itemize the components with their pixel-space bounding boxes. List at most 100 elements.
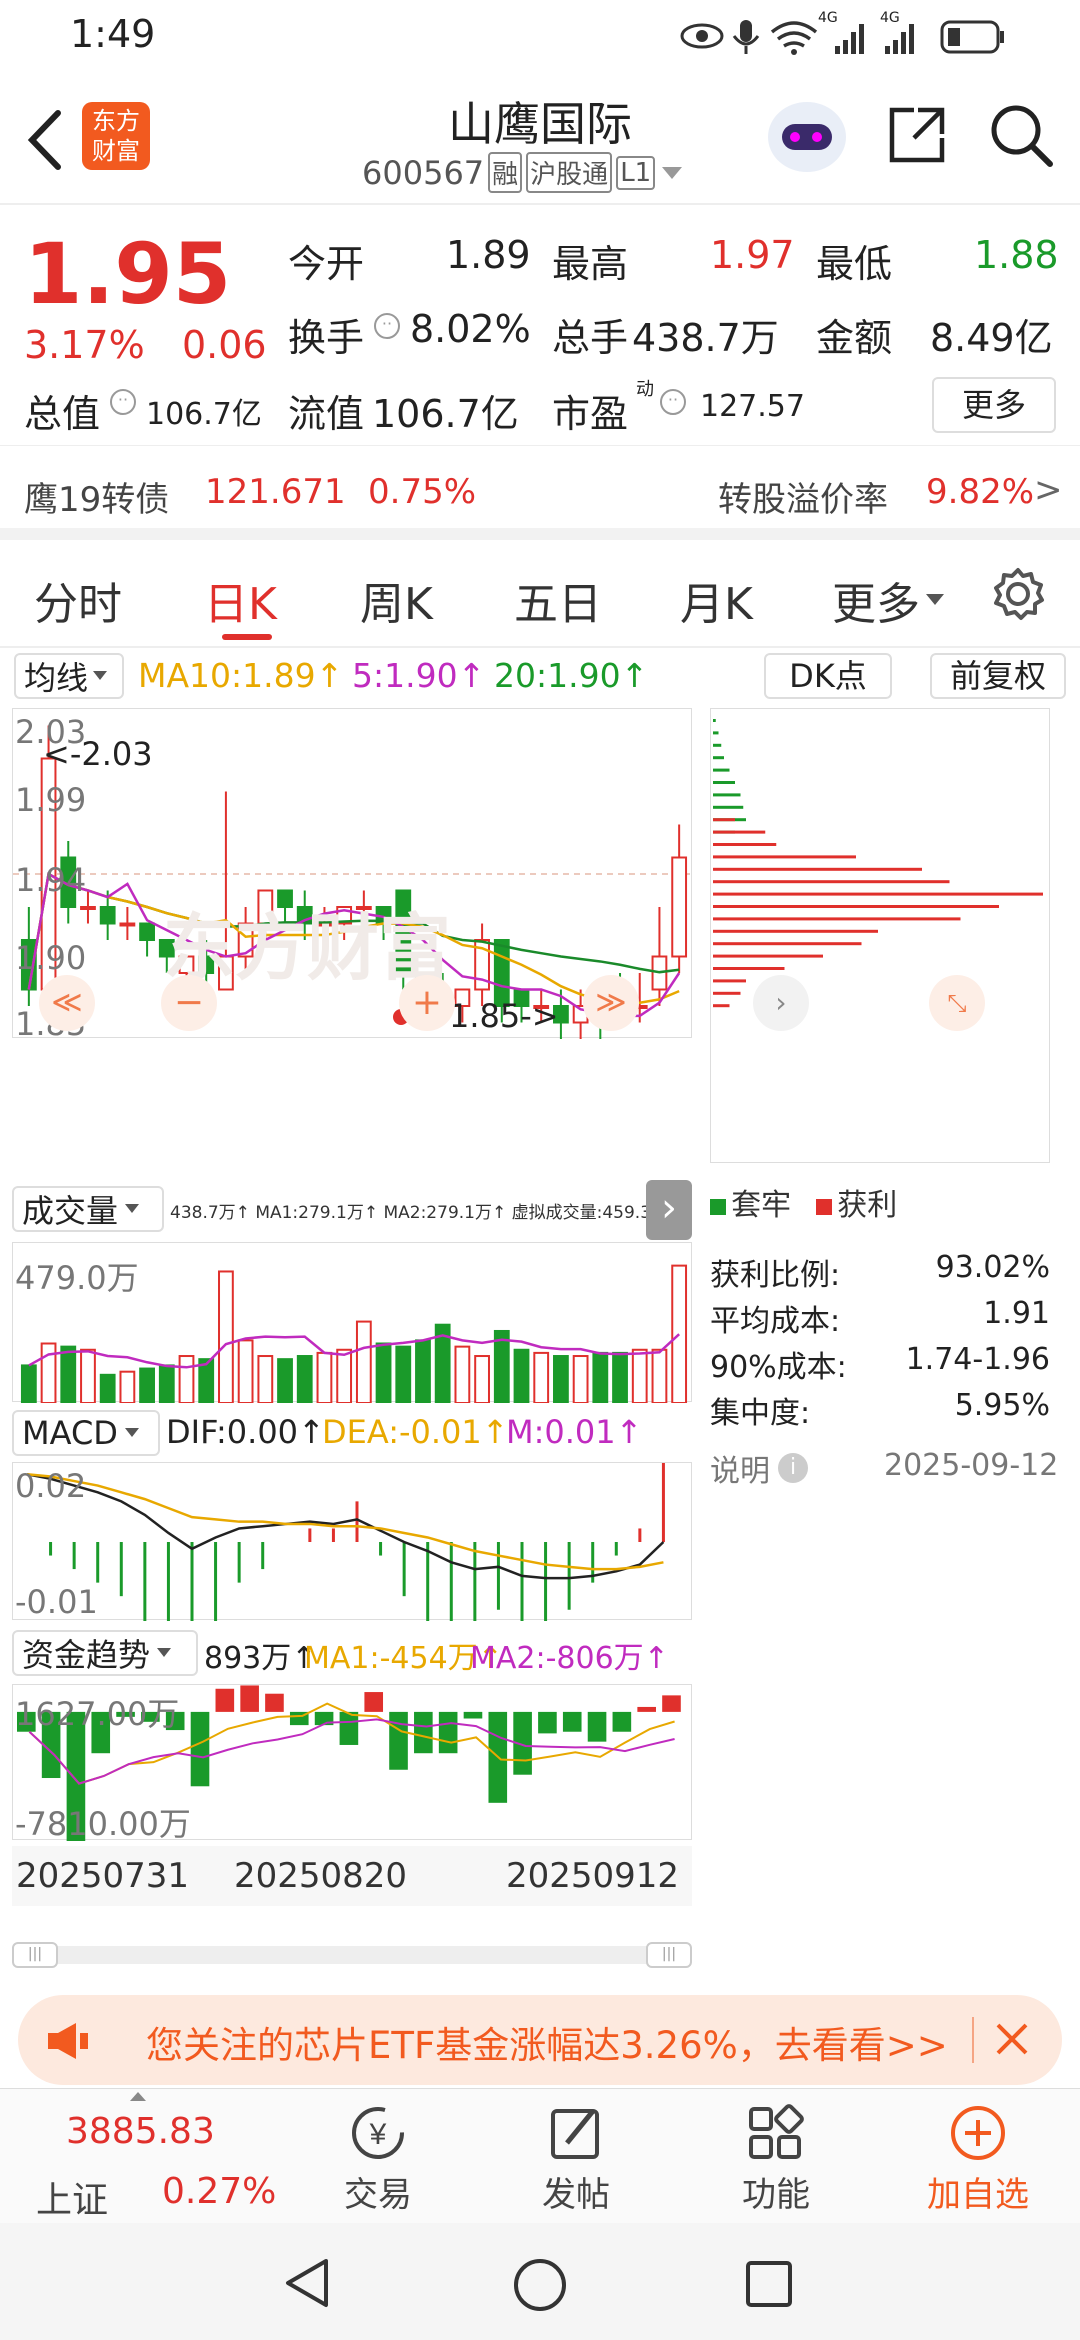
chip-note-link[interactable]: 说明 i xyxy=(710,1446,808,1490)
tab-monthly-k[interactable]: 月K xyxy=(680,568,753,632)
range-scrollbar[interactable]: ||| ||| xyxy=(12,1942,692,1968)
eye-icon xyxy=(680,23,724,49)
scroll-right-button[interactable]: ≫ xyxy=(583,975,639,1031)
flow-value: 893万↑ xyxy=(204,1641,317,1676)
scroll-left-button[interactable]: ≪ xyxy=(39,975,95,1031)
tab-five-day[interactable]: 五日 xyxy=(514,568,602,632)
volume-label: 总手 xyxy=(552,316,629,360)
ma5-label: 5:1.90↑ xyxy=(352,656,486,695)
nav-trade[interactable]: ¥ 交易 xyxy=(318,2103,438,2216)
index-name[interactable]: 上证 xyxy=(36,2171,108,2223)
chip-bar-profit xyxy=(713,954,823,958)
candle xyxy=(139,922,155,941)
chip-bar-profit xyxy=(713,843,777,846)
volume-chart[interactable]: 479.0万 xyxy=(12,1242,692,1405)
ma-select[interactable]: 均线 xyxy=(14,653,124,699)
tab-more[interactable]: 更多 xyxy=(832,568,920,632)
info-icon[interactable]: ·· xyxy=(374,313,400,339)
chip-legend: 套牢 获利 xyxy=(710,1180,1060,1224)
expand-icon[interactable]: ⤡ xyxy=(929,975,985,1031)
flow-bar xyxy=(612,1711,632,1732)
chip-bar-profit xyxy=(713,892,1043,896)
volume-bar xyxy=(572,1355,589,1404)
bond-price: 121.671 xyxy=(205,472,346,512)
chip-distribution[interactable]: › ⤡ xyxy=(710,708,1050,1163)
range-handle-left[interactable]: ||| xyxy=(12,1942,58,1968)
volume-bar xyxy=(631,1348,648,1404)
status-time: 1:49 xyxy=(70,12,156,56)
bond-pct: 0.75% xyxy=(368,472,477,512)
fund-flow-select[interactable]: 资金趋势 xyxy=(12,1630,198,1676)
info-icon[interactable]: ·· xyxy=(110,389,136,415)
adjust-button[interactable]: 前复权 xyxy=(930,653,1066,699)
low-value: 1.88 xyxy=(974,233,1059,277)
last-price: 1.95 xyxy=(24,225,232,323)
macd-chart[interactable]: 0.02 -0.01 xyxy=(12,1420,692,1732)
more-button[interactable]: 更多 xyxy=(932,377,1056,433)
volume-bar xyxy=(80,1348,96,1404)
dk-point-button[interactable]: DK点 xyxy=(764,653,892,699)
status-bar: 1:49 4G 4G xyxy=(0,0,1080,70)
trade-icon: ¥ xyxy=(352,2107,404,2159)
add-circle-icon xyxy=(951,2106,1005,2160)
volume-bar xyxy=(20,1364,37,1405)
candle xyxy=(80,906,96,910)
chip-date: 2025-09-12 xyxy=(884,1448,1059,1483)
chip-bar-trapped xyxy=(713,743,722,747)
promo-banner[interactable]: 您关注的芯片ETF基金涨幅达3.26%，去看看>> xyxy=(18,1995,1062,2085)
tab-weekly-k[interactable]: 周K xyxy=(360,568,433,632)
volume-bar xyxy=(119,1370,136,1404)
chip-bar-profit xyxy=(713,880,950,884)
nav-functions-label: 功能 xyxy=(742,2175,810,2215)
index-pct[interactable]: 0.27% xyxy=(162,2171,276,2212)
info-icon[interactable]: ·· xyxy=(660,389,686,415)
m-label: M:0.01↑ xyxy=(506,1413,643,1451)
nav-functions[interactable]: 功能 xyxy=(716,2103,836,2216)
share-icon[interactable] xyxy=(884,102,950,168)
flow-ma2: MA2:-806万↑ xyxy=(470,1641,669,1676)
convertible-bond-row[interactable]: 鹰19转债 121.671 0.75% 转股溢价率 9.82% > xyxy=(0,445,1080,540)
zoom-in-button[interactable]: + xyxy=(399,975,455,1031)
header: 东方 财富 山鹰国际 600567 融 沪股通 L1 xyxy=(0,70,1080,205)
home-circle-icon[interactable] xyxy=(512,2257,568,2313)
tab-daily-k[interactable]: 日K xyxy=(204,568,277,632)
kline-chart[interactable]: 东方财富 2.03 1.99 1.94 1.90 1.85 <-2.03 1.8… xyxy=(12,708,693,1043)
macd-select[interactable]: MACD xyxy=(12,1410,160,1456)
tab-intraday[interactable]: 分时 xyxy=(34,568,122,632)
flow-bar xyxy=(190,1711,210,1787)
macd-y-tick: -0.01 xyxy=(15,1583,98,1621)
chevron-right-icon[interactable]: › xyxy=(753,975,809,1031)
chevron-down-icon[interactable] xyxy=(659,163,685,183)
search-icon[interactable] xyxy=(986,100,1056,170)
chip-stat-row: 获利比例: 93.02% xyxy=(710,1250,1050,1293)
net-label-1: 4G xyxy=(818,10,838,26)
close-icon[interactable] xyxy=(992,2019,1032,2059)
dropdown-icon xyxy=(926,594,944,605)
dif-label: DIF:0.00↑ xyxy=(166,1413,325,1451)
nav-add-watchlist[interactable]: 加自选 xyxy=(916,2103,1040,2216)
y-tick: 1.90 xyxy=(15,939,87,977)
nav-post-label: 发帖 xyxy=(542,2175,610,2215)
flow-bar xyxy=(364,1692,384,1712)
recents-square-icon[interactable] xyxy=(744,2259,794,2309)
chevron-right-icon: > xyxy=(1034,470,1063,510)
flow-bar xyxy=(339,1711,359,1745)
nav-post[interactable]: 发帖 xyxy=(516,2103,636,2216)
chip-bar-trapped xyxy=(713,793,741,797)
volume-bar xyxy=(139,1367,155,1405)
chip-bar-profit xyxy=(713,979,746,983)
volume-select[interactable]: 成交量 xyxy=(12,1186,164,1232)
index-value[interactable]: 3885.83 xyxy=(66,2111,215,2152)
back-triangle-icon[interactable] xyxy=(282,2257,332,2309)
chip-stat-row: 平均成本: 1.91 xyxy=(710,1296,1050,1339)
assistant-avatar[interactable] xyxy=(768,102,846,172)
candle xyxy=(671,856,688,958)
gear-icon[interactable] xyxy=(990,566,1046,622)
chevron-up-icon[interactable] xyxy=(128,2089,148,2103)
edit-icon xyxy=(551,2109,599,2159)
zoom-out-button[interactable]: − xyxy=(161,975,217,1031)
change-amount: 0.06 xyxy=(182,323,267,367)
collapse-panel-button[interactable]: › xyxy=(646,1180,692,1240)
fund-flow-chart[interactable]: 1627.00万 -7810.00万 xyxy=(12,1684,692,1843)
range-handle-right[interactable]: ||| xyxy=(646,1942,692,1968)
